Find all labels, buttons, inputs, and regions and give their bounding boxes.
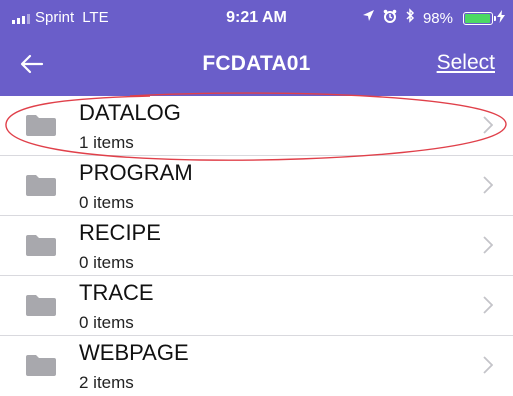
folder-name: PROGRAM [79, 160, 193, 185]
charging-bolt-icon [497, 10, 505, 26]
bluetooth-icon [405, 8, 415, 28]
chevron-right-icon [483, 296, 493, 314]
folder-icon [26, 235, 56, 256]
folder-icon [26, 175, 56, 196]
folder-item-count: 0 items [79, 313, 134, 332]
chevron-right-icon [483, 356, 493, 374]
folder-item-count: 0 items [79, 253, 134, 272]
status-bar: Sprint LTE 9:21 AM 98% [0, 0, 513, 38]
folder-name: TRACE [79, 280, 154, 305]
status-right: 98% [362, 8, 505, 28]
chevron-right-icon [483, 176, 493, 194]
folder-row-recipe[interactable]: RECIPE 0 items [0, 216, 513, 276]
folder-row-webpage[interactable]: WEBPAGE 2 items [0, 336, 513, 395]
folder-name: RECIPE [79, 220, 161, 245]
folder-name: DATALOG [79, 100, 181, 125]
folder-icon [26, 295, 56, 316]
navigation-bar: FCDATA01 Select [0, 38, 513, 96]
folder-item-count: 0 items [79, 193, 134, 212]
folder-list: DATALOG 1 items PROGRAM 0 items RECIPE 0… [0, 96, 513, 395]
chevron-right-icon [483, 236, 493, 254]
folder-row-trace[interactable]: TRACE 0 items [0, 276, 513, 336]
top-bar: Sprint LTE 9:21 AM 98% FCDATA01 Select [0, 0, 513, 96]
folder-item-count: 1 items [79, 133, 134, 152]
battery-fill [465, 13, 491, 23]
battery-icon [463, 11, 496, 25]
location-arrow-icon [362, 9, 375, 27]
select-button[interactable]: Select [437, 51, 495, 75]
battery-percent: 98% [422, 9, 453, 27]
folder-row-program[interactable]: PROGRAM 0 items [0, 156, 513, 216]
chevron-right-icon [483, 116, 493, 134]
folder-item-count: 2 items [79, 373, 134, 392]
folder-name: WEBPAGE [79, 340, 189, 365]
battery-tip [494, 15, 496, 21]
folder-icon [26, 115, 56, 136]
folder-row-datalog[interactable]: DATALOG 1 items [0, 96, 513, 156]
alarm-icon [383, 9, 397, 28]
folder-icon [26, 355, 56, 376]
